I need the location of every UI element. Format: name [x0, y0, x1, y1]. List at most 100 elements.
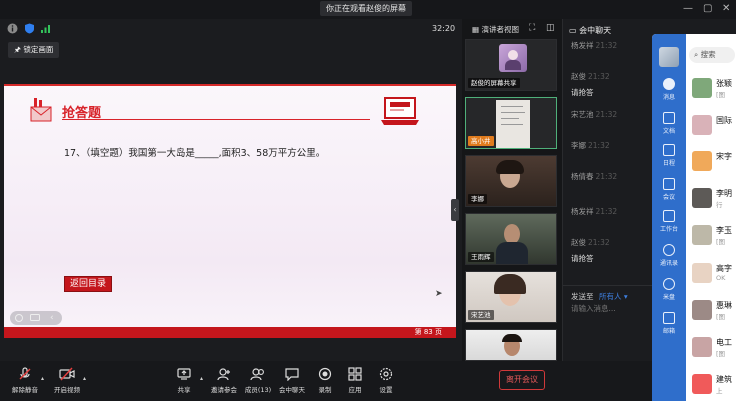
chat-divider [563, 285, 653, 286]
mute-options-caret[interactable]: ▴ [41, 375, 44, 382]
chat-input[interactable] [571, 304, 649, 313]
heading-underline [62, 119, 370, 120]
shared-screen-slide: 抢答题 17、（填空题）我国第一大岛是_____,面积3、58万平方公里。 返回… [4, 84, 456, 338]
video-tile-participant[interactable] [465, 329, 557, 361]
chat-message-sender: 宋艺池 21:32 [571, 110, 618, 119]
avatar [692, 263, 712, 283]
video-tile-name: 高小井 [468, 136, 494, 146]
invite-button[interactable]: 邀请参会 [207, 367, 241, 394]
lock-screen-button[interactable]: 🖈 锁定画面 [8, 42, 60, 58]
conversation-item[interactable]: 惠琳 [图 [692, 298, 736, 324]
chat-message-sender: 赵俊 21:32 [571, 238, 610, 247]
video-tile-participant[interactable]: 宋艺池 [465, 271, 557, 323]
video-tile-active-speaker[interactable]: 高小井 [465, 97, 557, 149]
chevron-down-icon: ▾ [621, 292, 628, 301]
video-button[interactable]: 开启视频 [50, 367, 84, 394]
conversation-item[interactable]: 电工 [图 [692, 335, 736, 361]
settings-button[interactable]: 设置 [369, 367, 403, 394]
signal-icon[interactable] [40, 23, 51, 34]
question-text: 17、（填空题）我国第一大岛是_____,面积3、58万平方公里。 [64, 148, 326, 159]
video-tile-name: 宋艺池 [468, 310, 494, 320]
chat-button[interactable]: 会中聊天 [275, 367, 309, 394]
avatar [692, 337, 712, 357]
page-suffix: 页 [435, 328, 442, 336]
avatar [499, 44, 527, 72]
laptop-icon [381, 97, 419, 125]
video-options-caret[interactable]: ▴ [83, 375, 86, 382]
sidebar-item-workbench[interactable]: 工作台 [652, 210, 686, 233]
conversation-item[interactable]: 李玉 [图 [692, 223, 736, 249]
search-icon: ⌕ [694, 50, 701, 59]
envelope-icon [30, 98, 52, 122]
slide-footer-bar: 第 83 页 [4, 327, 456, 338]
mute-button[interactable]: 解除静音 [8, 367, 42, 394]
slide-top-border [4, 84, 456, 86]
sidebar-item-contacts[interactable]: 通讯录 [652, 244, 686, 267]
video-tile-participant[interactable]: 王雨辉 [465, 213, 557, 265]
sidebar-item-docs[interactable]: 文档 [652, 112, 686, 135]
video-tile-name: 王雨辉 [468, 252, 494, 262]
sidebar-item-calendar[interactable]: 日程 [652, 144, 686, 167]
conversation-item[interactable]: 宋字 [692, 149, 736, 175]
avatar [692, 151, 712, 171]
chat-message-sender: 李娜 21:32 [571, 141, 610, 150]
sidebar-item-drive[interactable]: 米盘 [652, 278, 686, 301]
record-button[interactable]: 录制 [308, 367, 342, 394]
app-sidebar: 消息 文档 日程 会议 工作台 通讯录 米盘 邮箱 [652, 34, 686, 401]
sidebar-item-meetings[interactable]: 会议 [652, 178, 686, 201]
video-tile-name: 李娜 [468, 194, 487, 204]
leave-meeting-button[interactable]: 离开会议 [499, 370, 545, 390]
maximize-icon[interactable]: ▢ [703, 3, 712, 15]
meeting-timer: 32:20 [432, 24, 456, 33]
search-label: 搜索 [700, 50, 716, 59]
share-button[interactable]: 共享 [167, 367, 201, 394]
avatar [692, 300, 712, 320]
sidebar-toggle-icon[interactable]: ◫ [546, 23, 555, 33]
collapse-panel-handle[interactable]: ‹ [451, 199, 459, 221]
record-icon [318, 367, 332, 381]
speaker-view-toggle[interactable]: ▦ 演讲者视图 [472, 24, 519, 35]
members-button[interactable]: 成员(13) [241, 367, 275, 394]
conversation-item[interactable]: 国际 [692, 113, 736, 139]
video-tile-name: 赵俊的屏幕共享 [468, 78, 520, 88]
user-avatar[interactable] [659, 47, 679, 67]
fullscreen-icon[interactable]: ⛶ [529, 23, 535, 33]
send-to-dropdown[interactable]: 所有人 ▾ [599, 291, 628, 302]
shield-icon[interactable] [24, 23, 35, 34]
close-icon[interactable]: ✕ [722, 3, 730, 15]
meeting-toolbar: 解除静音 ▴ 开启视频 ▴ 共享 ▴ 邀请参会 成员(13) 会中聊天 录制 应… [0, 361, 652, 401]
chat-message-sender: 杨发祥 21:32 [571, 207, 618, 216]
apps-icon [348, 367, 362, 381]
video-tile-participant[interactable]: 李娜 [465, 155, 557, 207]
info-icon[interactable] [7, 23, 18, 34]
chevron-left-icon[interactable]: ‹ [50, 311, 54, 325]
conversation-item[interactable]: 张颖 [图 [692, 76, 736, 102]
video-tile-screen-share[interactable]: 赵俊的屏幕共享 [465, 39, 557, 91]
chat-message-text: 请抢答 [571, 88, 594, 97]
camera-off-icon [59, 367, 75, 381]
send-to-label: 发送至 [571, 292, 594, 301]
meeting-chat-panel: ▭ 会中聊天 杨发祥 21:32 赵俊 21:32 请抢答 宋艺池 21:32 李娜 2… [562, 19, 653, 361]
share-options-caret[interactable]: ▴ [200, 375, 203, 382]
minimize-icon[interactable]: — [683, 3, 693, 15]
back-to-contents-button[interactable]: 返回目录 [64, 276, 112, 292]
slide-tools-pill[interactable]: ‹ [10, 311, 62, 325]
conversation-item[interactable]: 高字 OK [692, 261, 736, 287]
messenger-app-window: 消息 文档 日程 会议 工作台 通讯录 米盘 邮箱 ⌕ 搜索 张颖 [图 国际 宋… [652, 34, 736, 401]
gear-icon [379, 367, 393, 381]
microphone-muted-icon [19, 367, 31, 380]
chat-title: ▭ 会中聊天 [569, 25, 611, 36]
search-box[interactable]: ⌕ 搜索 [689, 47, 735, 63]
conversation-item[interactable]: 李明行 [692, 186, 736, 212]
chat-message-text: 请抢答 [571, 254, 594, 263]
apps-button[interactable]: 应用 [338, 367, 372, 394]
conversation-item[interactable]: 建筑上 [692, 372, 736, 398]
sidebar-item-mail[interactable]: 邮箱 [652, 312, 686, 335]
chat-bubble-icon[interactable] [30, 314, 40, 322]
sidebar-item-messages[interactable]: 消息 [652, 78, 686, 101]
lock-screen-label: 锁定画面 [23, 45, 54, 54]
meeting-status-row: 32:20 [0, 19, 462, 39]
page-indicator: 第 83 页 [415, 327, 442, 338]
chat-title-text: 会中聊天 [579, 26, 612, 35]
pen-icon[interactable] [15, 314, 23, 322]
